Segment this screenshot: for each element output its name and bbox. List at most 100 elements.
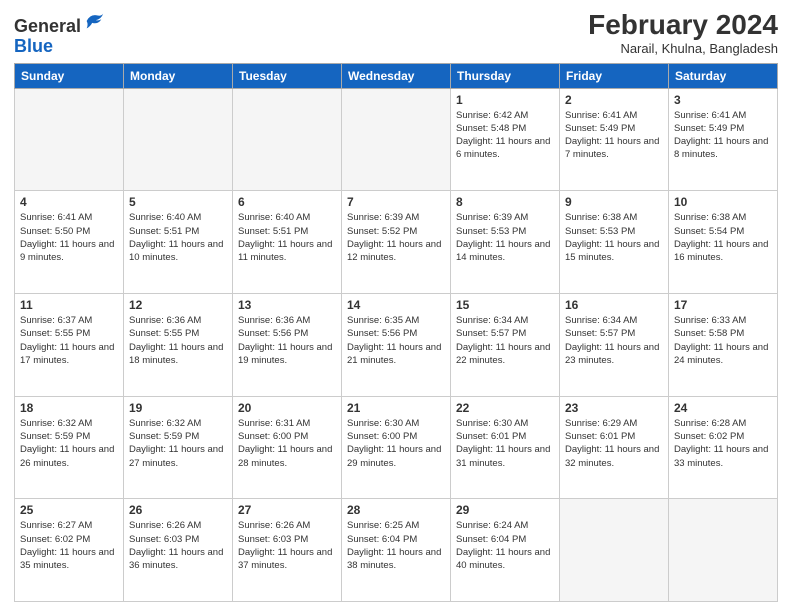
day-number: 11 [20,298,118,312]
day-number: 23 [565,401,663,415]
header: General Blue February 2024 Narail, Khuln… [14,10,778,57]
day-number: 20 [238,401,336,415]
weekday-header-wednesday: Wednesday [342,63,451,88]
location: Narail, Khulna, Bangladesh [588,41,778,56]
calendar-day-cell: 27Sunrise: 6:26 AM Sunset: 6:03 PM Dayli… [233,499,342,602]
calendar-day-cell: 3 Sunrise: 6:41 AM Sunset: 5:49 PM Daylig… [669,88,778,191]
calendar-day-cell: 10Sunrise: 6:38 AM Sunset: 5:54 PM Dayli… [669,191,778,294]
weekday-header-friday: Friday [560,63,669,88]
page: General Blue February 2024 Narail, Khuln… [0,0,792,612]
title-block: February 2024 Narail, Khulna, Bangladesh [588,10,778,56]
day-info: Sunrise: 6:24 AM Sunset: 6:04 PM Dayligh… [456,519,554,572]
day-number: 22 [456,401,554,415]
calendar-day-cell: 17 Sunrise: 6:33 AM Sunset: 5:58 PM Dayli… [669,293,778,396]
day-info: Sunrise: 6:26 AM Sunset: 6:03 PM Dayligh… [129,519,227,572]
calendar-day-cell: 13 Sunrise: 6:36 AM Sunset: 5:56 PM Dayli… [233,293,342,396]
day-info: Sunrise: 6:35 AM Sunset: 5:56 PM Dayligh… [347,314,445,367]
logo-text: General [14,10,105,37]
day-number: 5 [129,195,227,209]
calendar-header-row: SundayMondayTuesdayWednesdayThursdayFrid… [15,63,778,88]
day-number: 21 [347,401,445,415]
calendar-day-cell [233,88,342,191]
day-number: 15 [456,298,554,312]
day-number: 18 [20,401,118,415]
calendar-week-row: 11Sunrise: 6:37 AM Sunset: 5:55 PM Dayli… [15,293,778,396]
day-info: Sunrise: 6:30 AM Sunset: 6:01 PM Dayligh… [456,417,554,470]
calendar-day-cell: 26 Sunrise: 6:26 AM Sunset: 6:03 PM Dayli… [124,499,233,602]
calendar-day-cell [124,88,233,191]
calendar-day-cell: 5 Sunrise: 6:40 AM Sunset: 5:51 PM Daylig… [124,191,233,294]
day-number: 14 [347,298,445,312]
logo-blue-text: Blue [14,37,105,57]
calendar-day-cell: 11Sunrise: 6:37 AM Sunset: 5:55 PM Dayli… [15,293,124,396]
calendar-day-cell [15,88,124,191]
calendar-week-row: 25 Sunrise: 6:27 AM Sunset: 6:02 PM Dayli… [15,499,778,602]
calendar-day-cell: 9 Sunrise: 6:38 AM Sunset: 5:53 PM Daylig… [560,191,669,294]
calendar-day-cell [342,88,451,191]
calendar-day-cell: 22 Sunrise: 6:30 AM Sunset: 6:01 PM Dayli… [451,396,560,499]
day-info: Sunrise: 6:28 AM Sunset: 6:02 PM Dayligh… [674,417,772,470]
day-info: Sunrise: 6:34 AM Sunset: 5:57 PM Dayligh… [456,314,554,367]
day-number: 2 [565,93,663,107]
day-number: 4 [20,195,118,209]
day-number: 29 [456,503,554,517]
logo-bird-icon [83,10,105,32]
calendar-day-cell: 6 Sunrise: 6:40 AM Sunset: 5:51 PM Daylig… [233,191,342,294]
day-info: Sunrise: 6:30 AM Sunset: 6:00 PM Dayligh… [347,417,445,470]
calendar-day-cell: 14 Sunrise: 6:35 AM Sunset: 5:56 PM Dayli… [342,293,451,396]
day-info: Sunrise: 6:39 AM Sunset: 5:53 PM Dayligh… [456,211,554,264]
day-number: 12 [129,298,227,312]
calendar-week-row: 18 Sunrise: 6:32 AM Sunset: 5:59 PM Dayli… [15,396,778,499]
calendar-day-cell: 24 Sunrise: 6:28 AM Sunset: 6:02 PM Dayli… [669,396,778,499]
day-number: 17 [674,298,772,312]
day-number: 13 [238,298,336,312]
day-info: Sunrise: 6:32 AM Sunset: 5:59 PM Dayligh… [20,417,118,470]
day-info: Sunrise: 6:31 AM Sunset: 6:00 PM Dayligh… [238,417,336,470]
day-number: 7 [347,195,445,209]
day-number: 28 [347,503,445,517]
day-number: 24 [674,401,772,415]
weekday-header-thursday: Thursday [451,63,560,88]
day-number: 6 [238,195,336,209]
day-info: Sunrise: 6:36 AM Sunset: 5:55 PM Dayligh… [129,314,227,367]
calendar-day-cell: 15 Sunrise: 6:34 AM Sunset: 5:57 PM Dayli… [451,293,560,396]
day-number: 19 [129,401,227,415]
calendar-week-row: 1Sunrise: 6:42 AM Sunset: 5:48 PM Daylig… [15,88,778,191]
calendar-day-cell: 4 Sunrise: 6:41 AM Sunset: 5:50 PM Daylig… [15,191,124,294]
day-info: Sunrise: 6:26 AM Sunset: 6:03 PM Dayligh… [238,519,336,572]
calendar-day-cell: 1Sunrise: 6:42 AM Sunset: 5:48 PM Daylig… [451,88,560,191]
month-year: February 2024 [588,10,778,41]
calendar-day-cell: 19 Sunrise: 6:32 AM Sunset: 5:59 PM Dayli… [124,396,233,499]
day-number: 9 [565,195,663,209]
day-info: Sunrise: 6:40 AM Sunset: 5:51 PM Dayligh… [129,211,227,264]
day-info: Sunrise: 6:42 AM Sunset: 5:48 PM Dayligh… [456,109,554,162]
calendar-day-cell [560,499,669,602]
day-number: 3 [674,93,772,107]
weekday-header-saturday: Saturday [669,63,778,88]
calendar-day-cell: 23 Sunrise: 6:29 AM Sunset: 6:01 PM Dayli… [560,396,669,499]
day-info: Sunrise: 6:25 AM Sunset: 6:04 PM Dayligh… [347,519,445,572]
calendar-day-cell: 8Sunrise: 6:39 AM Sunset: 5:53 PM Daylig… [451,191,560,294]
day-number: 25 [20,503,118,517]
calendar-week-row: 4 Sunrise: 6:41 AM Sunset: 5:50 PM Daylig… [15,191,778,294]
day-info: Sunrise: 6:38 AM Sunset: 5:53 PM Dayligh… [565,211,663,264]
day-info: Sunrise: 6:39 AM Sunset: 5:52 PM Dayligh… [347,211,445,264]
day-info: Sunrise: 6:29 AM Sunset: 6:01 PM Dayligh… [565,417,663,470]
calendar-day-cell: 25 Sunrise: 6:27 AM Sunset: 6:02 PM Dayli… [15,499,124,602]
day-info: Sunrise: 6:36 AM Sunset: 5:56 PM Dayligh… [238,314,336,367]
calendar-day-cell: 28 Sunrise: 6:25 AM Sunset: 6:04 PM Dayli… [342,499,451,602]
day-info: Sunrise: 6:33 AM Sunset: 5:58 PM Dayligh… [674,314,772,367]
weekday-header-sunday: Sunday [15,63,124,88]
day-number: 10 [674,195,772,209]
day-number: 26 [129,503,227,517]
day-info: Sunrise: 6:40 AM Sunset: 5:51 PM Dayligh… [238,211,336,264]
day-info: Sunrise: 6:27 AM Sunset: 6:02 PM Dayligh… [20,519,118,572]
calendar-day-cell: 20 Sunrise: 6:31 AM Sunset: 6:00 PM Dayli… [233,396,342,499]
day-info: Sunrise: 6:41 AM Sunset: 5:50 PM Dayligh… [20,211,118,264]
day-info: Sunrise: 6:32 AM Sunset: 5:59 PM Dayligh… [129,417,227,470]
day-info: Sunrise: 6:41 AM Sunset: 5:49 PM Dayligh… [674,109,772,162]
day-info: Sunrise: 6:34 AM Sunset: 5:57 PM Dayligh… [565,314,663,367]
day-number: 16 [565,298,663,312]
weekday-header-tuesday: Tuesday [233,63,342,88]
weekday-header-monday: Monday [124,63,233,88]
